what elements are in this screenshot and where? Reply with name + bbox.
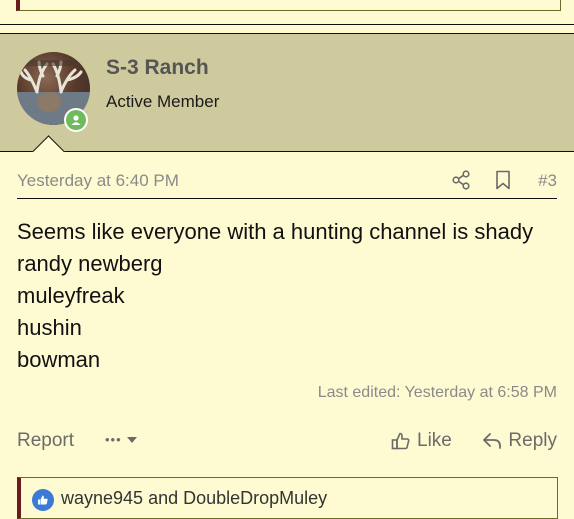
more-dots: •••: [105, 432, 122, 447]
reply-button[interactable]: Reply: [482, 430, 557, 452]
like-reaction-icon: [32, 489, 54, 511]
previous-reactions-bar: [16, 0, 561, 11]
username[interactable]: S-3 Ranch: [106, 56, 209, 80]
user-title: Active Member: [106, 92, 220, 111]
post-separator: [0, 25, 574, 34]
share-icon[interactable]: [452, 170, 470, 195]
report-button[interactable]: Report: [17, 430, 74, 452]
thumbs-up-icon: [391, 432, 410, 450]
like-label: Like: [417, 430, 452, 451]
post-line: Seems like everyone with a hunting chann…: [17, 219, 534, 244]
reactors-list[interactable]: wayne945 and DoubleDropMuley: [61, 488, 327, 509]
last-edited-note: Last edited: Yesterday at 6:58 PM: [317, 384, 557, 401]
like-button[interactable]: Like: [391, 430, 452, 452]
post-meta-bar: Yesterday at 6:40 PM #3: [17, 164, 557, 199]
user-icon: [71, 115, 81, 125]
post-body: Seems like everyone with a hunting chann…: [17, 216, 562, 376]
bookmark-icon[interactable]: [495, 170, 511, 195]
caret-down-icon: [126, 436, 137, 443]
more-actions-button[interactable]: •••: [105, 432, 138, 447]
post-number[interactable]: #3: [538, 171, 557, 191]
reactions-bar[interactable]: wayne945 and DoubleDropMuley: [17, 477, 558, 519]
post-line: hushin: [17, 315, 82, 340]
post-actions: Report ••• Like Reply: [17, 430, 557, 458]
reply-arrow-icon: [483, 433, 502, 449]
previous-post-footer: [0, 0, 574, 25]
post-line: muleyfreak: [17, 283, 125, 308]
reply-label: Reply: [508, 430, 557, 451]
post-date[interactable]: Yesterday at 6:40 PM: [17, 171, 179, 191]
online-status-badge: [64, 108, 88, 132]
post-line: bowman: [17, 347, 101, 372]
post-line: randy newberg: [17, 251, 163, 276]
